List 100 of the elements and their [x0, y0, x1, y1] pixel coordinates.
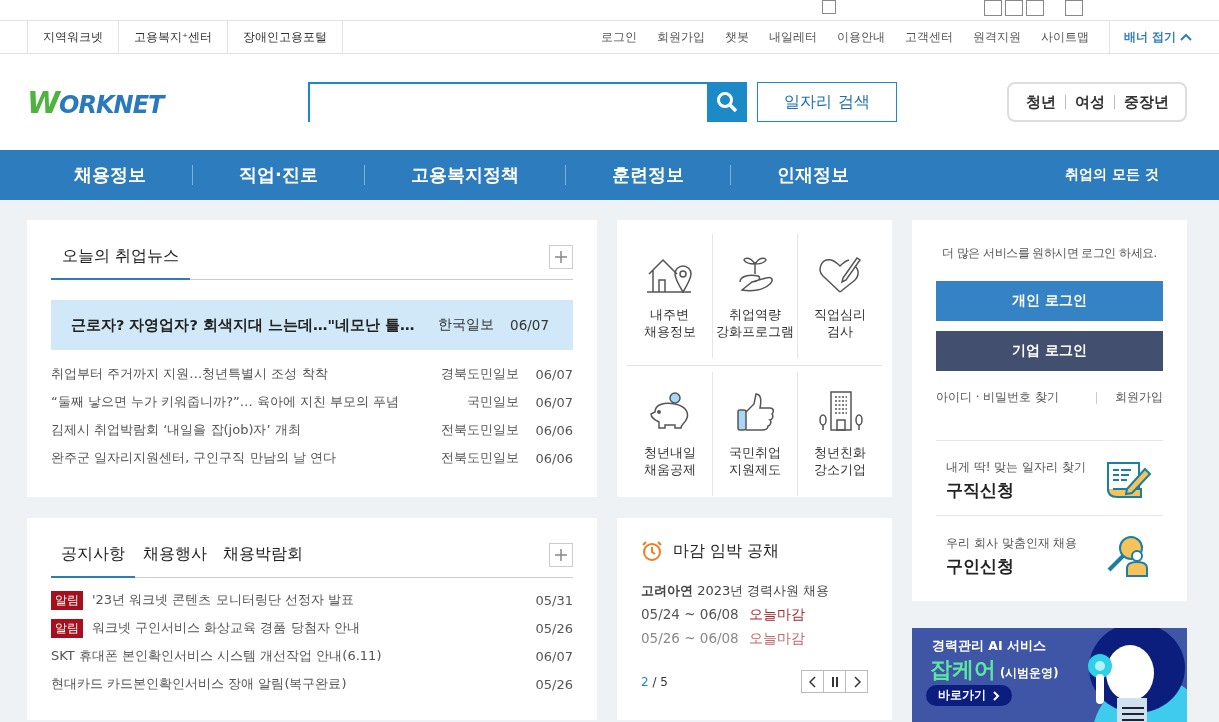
deadline-status: 오늘마감: [748, 630, 805, 648]
next-button[interactable]: [1026, 0, 1044, 16]
service-label: 취업역량 강화프로그램: [716, 306, 794, 340]
apply-title: 구인신청: [946, 554, 1015, 578]
notice-link[interactable]: '23년 워크넷 콘텐츠 모니터링단 선정자 발표: [92, 591, 533, 609]
util-link[interactable]: 회원가입: [647, 29, 715, 45]
ad-brand: 잡케어: [930, 656, 996, 684]
nav-item[interactable]: 채용정보: [27, 163, 192, 187]
pause-button[interactable]: [823, 670, 846, 693]
nav-link[interactable]: 취업의 모든 것: [1065, 166, 1159, 184]
notice-date: 05/26: [534, 676, 573, 692]
ad-note: (시범운영): [1000, 666, 1059, 681]
news-link[interactable]: 취업부터 주거까지 지원…청년특별시 조성 착착: [51, 365, 441, 383]
util-link[interactable]: 내일레터: [759, 29, 827, 45]
service-link[interactable]: 청년친화 강소기업: [797, 372, 882, 496]
nav-item[interactable]: 훈련정보: [565, 163, 730, 187]
news-source: 전북도민일보: [441, 449, 519, 467]
caret-icon: [1180, 33, 1192, 41]
login-prompt: 더 많은 서비스를 원하시면 로그인 하세요.: [941, 246, 1158, 261]
chevron-left-icon: [808, 675, 817, 688]
date-range: 05/24 ~ 06/08: [641, 606, 739, 624]
news-source: 한국일보: [438, 316, 495, 334]
banner-toggle[interactable]: 배너 접기: [1109, 21, 1192, 53]
job-search-button[interactable]: 일자리 검색: [757, 82, 897, 122]
news-link[interactable]: “둘째 낳으면 누가 키워줍니까?”… 육아에 지친 부모의 푸념: [51, 393, 467, 411]
checkbox[interactable]: [822, 0, 836, 14]
service-label: 청년내일 채움공제: [643, 444, 696, 478]
go-button[interactable]: 바로가기: [926, 685, 1012, 706]
service-label: 직업심리 검사: [814, 306, 866, 340]
notice-date: 05/26: [534, 620, 573, 636]
news-date: 06/06: [534, 450, 573, 466]
headline-banner[interactable]: 근로자? 자영업자? 회색지대 느는데…"네모난 틀… 한국일보 06/07: [51, 300, 573, 350]
util-link[interactable]: 챗봇: [715, 29, 759, 45]
more-button[interactable]: [549, 543, 573, 567]
notice-badge: 알림: [51, 590, 83, 610]
plus-button[interactable]: [1065, 0, 1083, 16]
plus-icon: [554, 548, 568, 562]
news-date: 06/07: [534, 366, 573, 382]
tab[interactable]: 오늘의 취업뉴스: [51, 246, 190, 280]
site-link[interactable]: 고용복지⁺센터: [119, 21, 229, 53]
news-source: 경북도민일보: [441, 365, 519, 383]
search-icon: [716, 91, 738, 113]
ad-banner[interactable]: 경력관리 AI 서비스 잡케어 (시범운영) 바로가기: [912, 628, 1187, 722]
job-posting-link[interactable]: 고려아연 2023년 경력사원 채용: [641, 582, 868, 600]
document-pen-icon: [1105, 460, 1153, 501]
util-link[interactable]: 사이트맵: [1031, 29, 1099, 45]
tab[interactable]: 공지사항: [51, 544, 135, 578]
deadline-status: 오늘마감: [748, 606, 805, 624]
nav-item[interactable]: 고용복지정책: [364, 163, 565, 187]
news-date: 06/07: [510, 317, 549, 333]
util-link[interactable]: 이용안내: [827, 29, 895, 45]
search-button[interactable]: [707, 82, 747, 122]
service-link[interactable]: 취업역량 강화프로그램: [712, 234, 797, 358]
chevron-right-icon: [992, 690, 1000, 701]
apply-subtitle: 우리 회사 맞춤인재 채용: [946, 534, 1078, 552]
nav-item[interactable]: 인재정보: [730, 163, 895, 187]
audience-link[interactable]: 여성: [1074, 92, 1105, 112]
news-link[interactable]: 김제시 취업박람회 ‘내일을 잡(job)자’ 개최: [51, 421, 441, 439]
more-button[interactable]: [549, 245, 573, 269]
date-range: 05/26 ~ 06/08: [641, 630, 739, 648]
join-link[interactable]: 회원가입: [1115, 389, 1163, 406]
find-account-link[interactable]: 아이디 · 비밀번호 찾기: [936, 389, 1060, 406]
prev-button[interactable]: [984, 0, 1002, 16]
section-title: 마감 임박 공채: [673, 540, 779, 562]
site-link[interactable]: 지역워크넷: [28, 21, 119, 53]
notice-date: 05/31: [534, 592, 573, 608]
page-indicator: 2 / 5: [641, 674, 668, 689]
search-field[interactable]: [308, 82, 707, 122]
logo[interactable]: WORKNET: [27, 84, 308, 120]
util-link[interactable]: 로그인: [591, 29, 647, 45]
service-link[interactable]: 청년내일 채움공제: [627, 372, 712, 496]
apply-subtitle: 내게 딱! 맞는 일자리 찾기: [946, 459, 1087, 476]
nav-item[interactable]: 직업·진로: [193, 163, 364, 187]
company-login-button[interactable]: 기업 로그인: [936, 331, 1163, 371]
headline-title[interactable]: 근로자? 자영업자? 회색지대 느는데…"네모난 틀…: [71, 315, 439, 335]
apply-link[interactable]: 내게 딱! 맞는 일자리 찾기 구직신청: [936, 441, 1163, 516]
apply-link[interactable]: 우리 회사 맞춤인재 채용 구인신청: [936, 516, 1163, 591]
service-link[interactable]: 직업심리 검사: [797, 234, 882, 358]
plus-icon: [554, 250, 568, 264]
notice-link[interactable]: 현대카드 카드본인확인서비스 장애 알림(복구완료): [51, 675, 533, 693]
personal-login-button[interactable]: 개인 로그인: [936, 281, 1163, 321]
ad-heading: 경력관리 AI 서비스: [932, 638, 1048, 655]
notice-date: 06/07: [534, 648, 573, 664]
apply-title: 구직신청: [946, 479, 1015, 502]
notice-link[interactable]: SKT 휴대폰 본인확인서비스 시스템 개선작업 안내(6.11): [51, 647, 533, 665]
news-source: 전북도민일보: [441, 421, 519, 439]
news-source: 국민일보: [467, 393, 519, 411]
audience-link[interactable]: 청년: [1025, 92, 1056, 112]
service-link[interactable]: 국민취업 지원제도: [712, 372, 797, 496]
news-date: 06/07: [534, 394, 573, 410]
notice-link[interactable]: 워크넷 구인서비스 화상교육 경품 당첨자 안내: [92, 619, 533, 637]
tab[interactable]: 채용박람회: [215, 544, 311, 578]
service-link[interactable]: 내주변 채용정보: [627, 234, 712, 358]
audience-link[interactable]: 중장년: [1123, 92, 1169, 112]
tab[interactable]: 채용행사: [135, 544, 215, 578]
util-link[interactable]: 원격지원: [963, 29, 1031, 45]
service-label: 내주변 채용정보: [643, 306, 696, 340]
site-link[interactable]: 장애인고용포털: [228, 21, 344, 53]
util-link[interactable]: 고객센터: [895, 29, 963, 45]
news-link[interactable]: 완주군 일자리지원센터, 구인구직 만남의 날 연다: [51, 449, 441, 467]
